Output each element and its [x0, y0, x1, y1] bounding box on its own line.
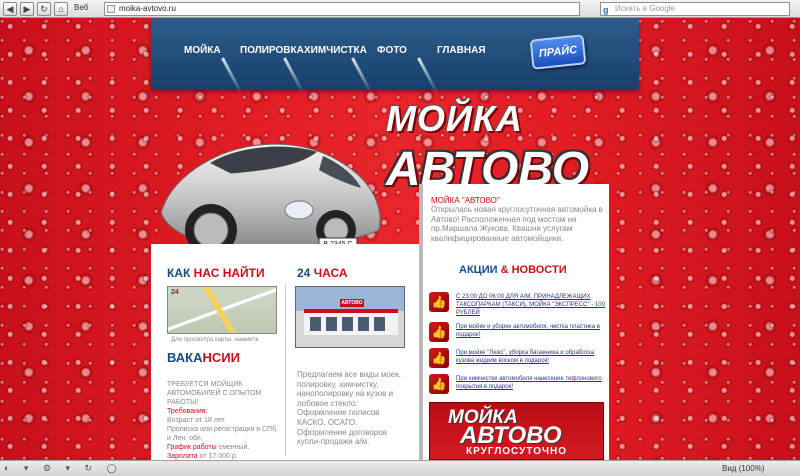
price-button[interactable]: ПРАЙС: [529, 34, 587, 70]
url-text: moika-avtovo.ru: [119, 4, 176, 13]
news-link[interactable]: При химчистке автомобиля нанесение тефло…: [456, 375, 610, 391]
news-link[interactable]: При мойке и уборке автомобиля, чистка пл…: [456, 323, 610, 339]
home-icon[interactable]: ⌂: [54, 2, 68, 16]
find-us-heading: КАК НАС НАЙТИ: [167, 266, 265, 280]
photo-building: [304, 309, 398, 335]
statusbar-icons[interactable]: ◐ ▾ ⚙ ▾ ↻ ◯: [4, 463, 123, 474]
forward-icon[interactable]: ▶: [20, 2, 34, 16]
news-item: 👍 При мойке и уборке автомобиля, чистка …: [429, 322, 609, 346]
vacancy-req-label: Требования:: [167, 408, 208, 415]
search-placeholder: Искать в Google: [615, 4, 676, 13]
hours-heading: 24 ЧАСА: [297, 266, 348, 280]
carwash-photo[interactable]: АВТОВО: [295, 286, 405, 348]
google-icon: g: [603, 5, 609, 15]
news-column: МОЙКА "АВТОВО" Открылась новая круглосут…: [419, 184, 609, 460]
thumbs-up-icon: 👍: [429, 292, 449, 312]
address-bar[interactable]: moika-avtovo.ru: [104, 2, 580, 16]
thumbs-up-icon: 👍: [429, 374, 449, 394]
vacancy-pay-value: от 17 000 р.: [199, 453, 238, 460]
nav-item-foto[interactable]: ФОТО: [377, 45, 407, 56]
news-link[interactable]: С 23:00 ДО 06:00 ДЛЯ А/М, ПРИНАДЛЕЖАЩИХ …: [456, 293, 610, 317]
nav-item-polirovka[interactable]: ПОЛИРОВКА: [240, 45, 304, 56]
news-item: 👍 При химчистке автомобиля нанесение теф…: [429, 374, 609, 398]
news-item: 👍 При мойке "Люкс", уборка багажника и о…: [429, 348, 609, 372]
vacancy-heading-a: ВАКА: [167, 350, 203, 365]
page-viewport: МОЙКА ПОЛИРОВКА ХИМЧИСТКА ФОТО ГЛАВНАЯ П…: [0, 18, 800, 460]
main-nav: МОЙКА ПОЛИРОВКА ХИМЧИСТКА ФОТО ГЛАВНАЯ П…: [151, 18, 639, 95]
nav-item-himchistka[interactable]: ХИМЧИСТКА: [304, 45, 367, 56]
info-column: КАК НАС НАЙТИ 24 Для просмотра карты, на…: [151, 244, 419, 460]
nav-light-beam: [417, 57, 439, 95]
vacancy-req-age: Возраст от 18 лет: [167, 417, 225, 424]
vacancy-line: ТРЕБУЕТСЯ МОЙЩИК АВТОМОБИЛЕЙ С ОПЫТОМ РА…: [167, 381, 262, 406]
vacancy-req-reg: Прописка или регистрация в СПб и Лен. об…: [167, 426, 277, 442]
news-item: 👍 С 23:00 ДО 06:00 ДЛЯ А/М, ПРИНАДЛЕЖАЩИ…: [429, 292, 609, 316]
hours-heading-b: ЧАСА: [313, 266, 348, 280]
mini-logo-sub: КРУГЛОСУТОЧНО: [465, 446, 568, 457]
browser-statusbar: ◐ ▾ ⚙ ▾ ↻ ◯ Вид (100%): [0, 460, 800, 476]
vacancy-schedule-label: График работы: [167, 444, 217, 451]
logo-moika: МОЙКА: [386, 98, 524, 139]
favicon-icon: [107, 5, 115, 13]
news-heading-a: АКЦИИ: [459, 264, 498, 276]
news-heading-b: & НОВОСТИ: [500, 264, 567, 276]
hours-text: Предлагаем все виды моек, полировку, хим…: [297, 370, 401, 447]
column-divider: [285, 284, 286, 456]
search-input[interactable]: g Искать в Google: [600, 2, 790, 16]
vacancy-schedule-value: сменный.: [218, 444, 250, 451]
back-icon[interactable]: ◀: [3, 2, 17, 16]
vacancy-heading: ВАКАНСИИ: [167, 350, 240, 365]
nav-light-beam: [221, 57, 243, 95]
vacancy-heading-b: НСИИ: [202, 350, 240, 365]
map-label: 24: [171, 289, 179, 296]
web-label: Веб: [74, 3, 89, 12]
vacancy-pay-label: Зарплата: [167, 453, 198, 460]
nav-light-beam: [283, 57, 305, 95]
zoom-level[interactable]: Вид (100%): [722, 464, 764, 473]
find-heading-a: КАК: [167, 266, 191, 280]
find-heading-b: НАС НАЙТИ: [193, 266, 265, 280]
vacancy-text: ТРЕБУЕТСЯ МОЙЩИК АВТОМОБИЛЕЙ С ОПЫТОМ РА…: [167, 380, 277, 460]
photo-sign: АВТОВО: [340, 299, 364, 307]
news-heading: АКЦИИ & НОВОСТИ: [459, 264, 567, 276]
browser-toolbar: ◀ ▶ ↻ ⌂ Веб moika-avtovo.ru g Искать в G…: [0, 0, 800, 18]
thumbs-up-icon: 👍: [429, 348, 449, 368]
news-link[interactable]: При мойке "Люкс", уборка багажника и обр…: [456, 349, 610, 365]
map-thumbnail[interactable]: 24: [167, 286, 277, 334]
reload-icon[interactable]: ↻: [37, 2, 51, 16]
map-caption[interactable]: Для просмотра карты, нажмите: [171, 337, 259, 343]
intro-title: МОЙКА "АВТОВО": [431, 196, 500, 205]
nav-item-moika[interactable]: МОЙКА: [184, 45, 221, 56]
intro-text: Открылась новая круглосуточная автомойка…: [431, 205, 603, 243]
mini-logo-banner[interactable]: МОЙКА АВТОВО КРУГЛОСУТОЧНО: [429, 402, 604, 460]
hours-heading-a: 24: [297, 266, 311, 280]
nav-light-beam: [351, 57, 373, 95]
thumbs-up-icon: 👍: [429, 322, 449, 342]
nav-item-glavnaya[interactable]: ГЛАВНАЯ: [437, 45, 486, 56]
site-container: МОЙКА ПОЛИРОВКА ХИМЧИСТКА ФОТО ГЛАВНАЯ П…: [151, 18, 639, 460]
